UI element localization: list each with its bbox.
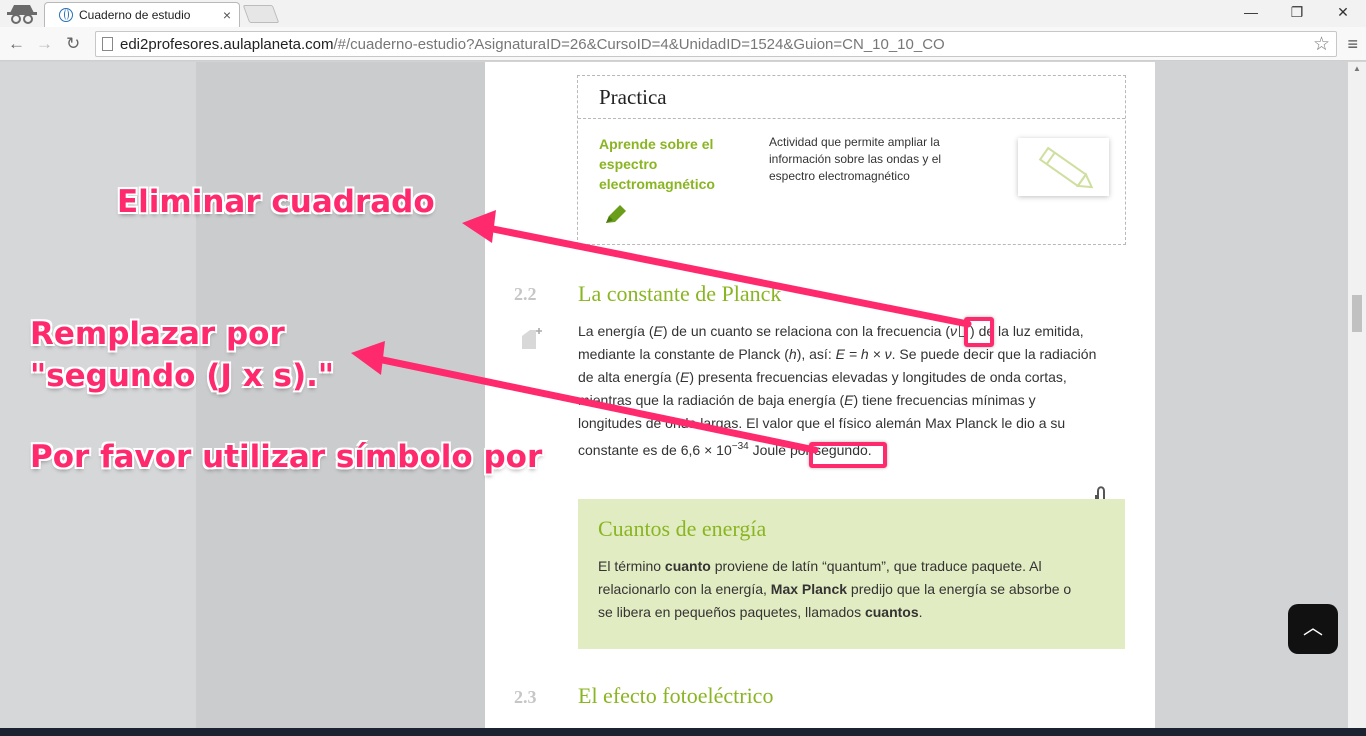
toolbar: ← → ↻ edi2profesores.aulaplaneta.com/#/c… (0, 27, 1366, 61)
forward-icon[interactable]: → (36, 34, 53, 54)
url-host: edi2profesores.aulaplaneta.com (120, 36, 334, 53)
address-bar[interactable]: edi2profesores.aulaplaneta.com/#/cuadern… (95, 31, 1337, 57)
page-icon (102, 37, 113, 51)
annotation-simbolo: Por favor utilizar símbolo por (30, 439, 543, 475)
close-window-button[interactable]: ✕ (1320, 0, 1366, 26)
annotation-remplazar-line1: Remplazar por (30, 316, 285, 352)
tab-close-icon[interactable]: × (223, 7, 231, 23)
annotation-arrows (351, 210, 972, 454)
scroll-to-top-button[interactable]: ︿ (1288, 604, 1338, 654)
scrollbar[interactable]: ▲ (1348, 62, 1366, 728)
incognito-icon (7, 5, 37, 24)
annotation-eliminar: Eliminar cuadrado (117, 184, 435, 220)
restore-button[interactable]: ❐ (1274, 0, 1320, 26)
page-viewport: Practica Aprende sobre el espectro elect… (0, 62, 1348, 728)
globe-icon (59, 8, 73, 22)
new-tab-button[interactable] (242, 5, 280, 23)
os-taskbar (0, 728, 1366, 736)
annotation-remplazar-line2: "segundo (J x s)." (30, 358, 335, 394)
tab-strip: Cuaderno de estudio × — ❐ ✕ (0, 0, 1366, 27)
reload-icon[interactable]: ↻ (66, 34, 80, 54)
scroll-up-arrow-icon[interactable]: ▲ (1353, 64, 1361, 73)
scrollbar-thumb[interactable] (1352, 295, 1362, 332)
bookmark-star-icon[interactable]: ☆ (1313, 33, 1330, 56)
url-path: /#/cuaderno-estudio?AsignaturaID=26&Curs… (333, 36, 945, 53)
back-icon[interactable]: ← (8, 34, 25, 54)
window-controls: — ❐ ✕ (1228, 0, 1366, 26)
tab-title: Cuaderno de estudio (79, 8, 191, 22)
tab-cuaderno[interactable]: Cuaderno de estudio × (44, 2, 240, 27)
minimize-button[interactable]: — (1228, 0, 1274, 26)
url-text[interactable]: edi2profesores.aulaplaneta.com/#/cuadern… (120, 36, 945, 53)
menu-icon[interactable]: ≡ (1347, 34, 1358, 55)
